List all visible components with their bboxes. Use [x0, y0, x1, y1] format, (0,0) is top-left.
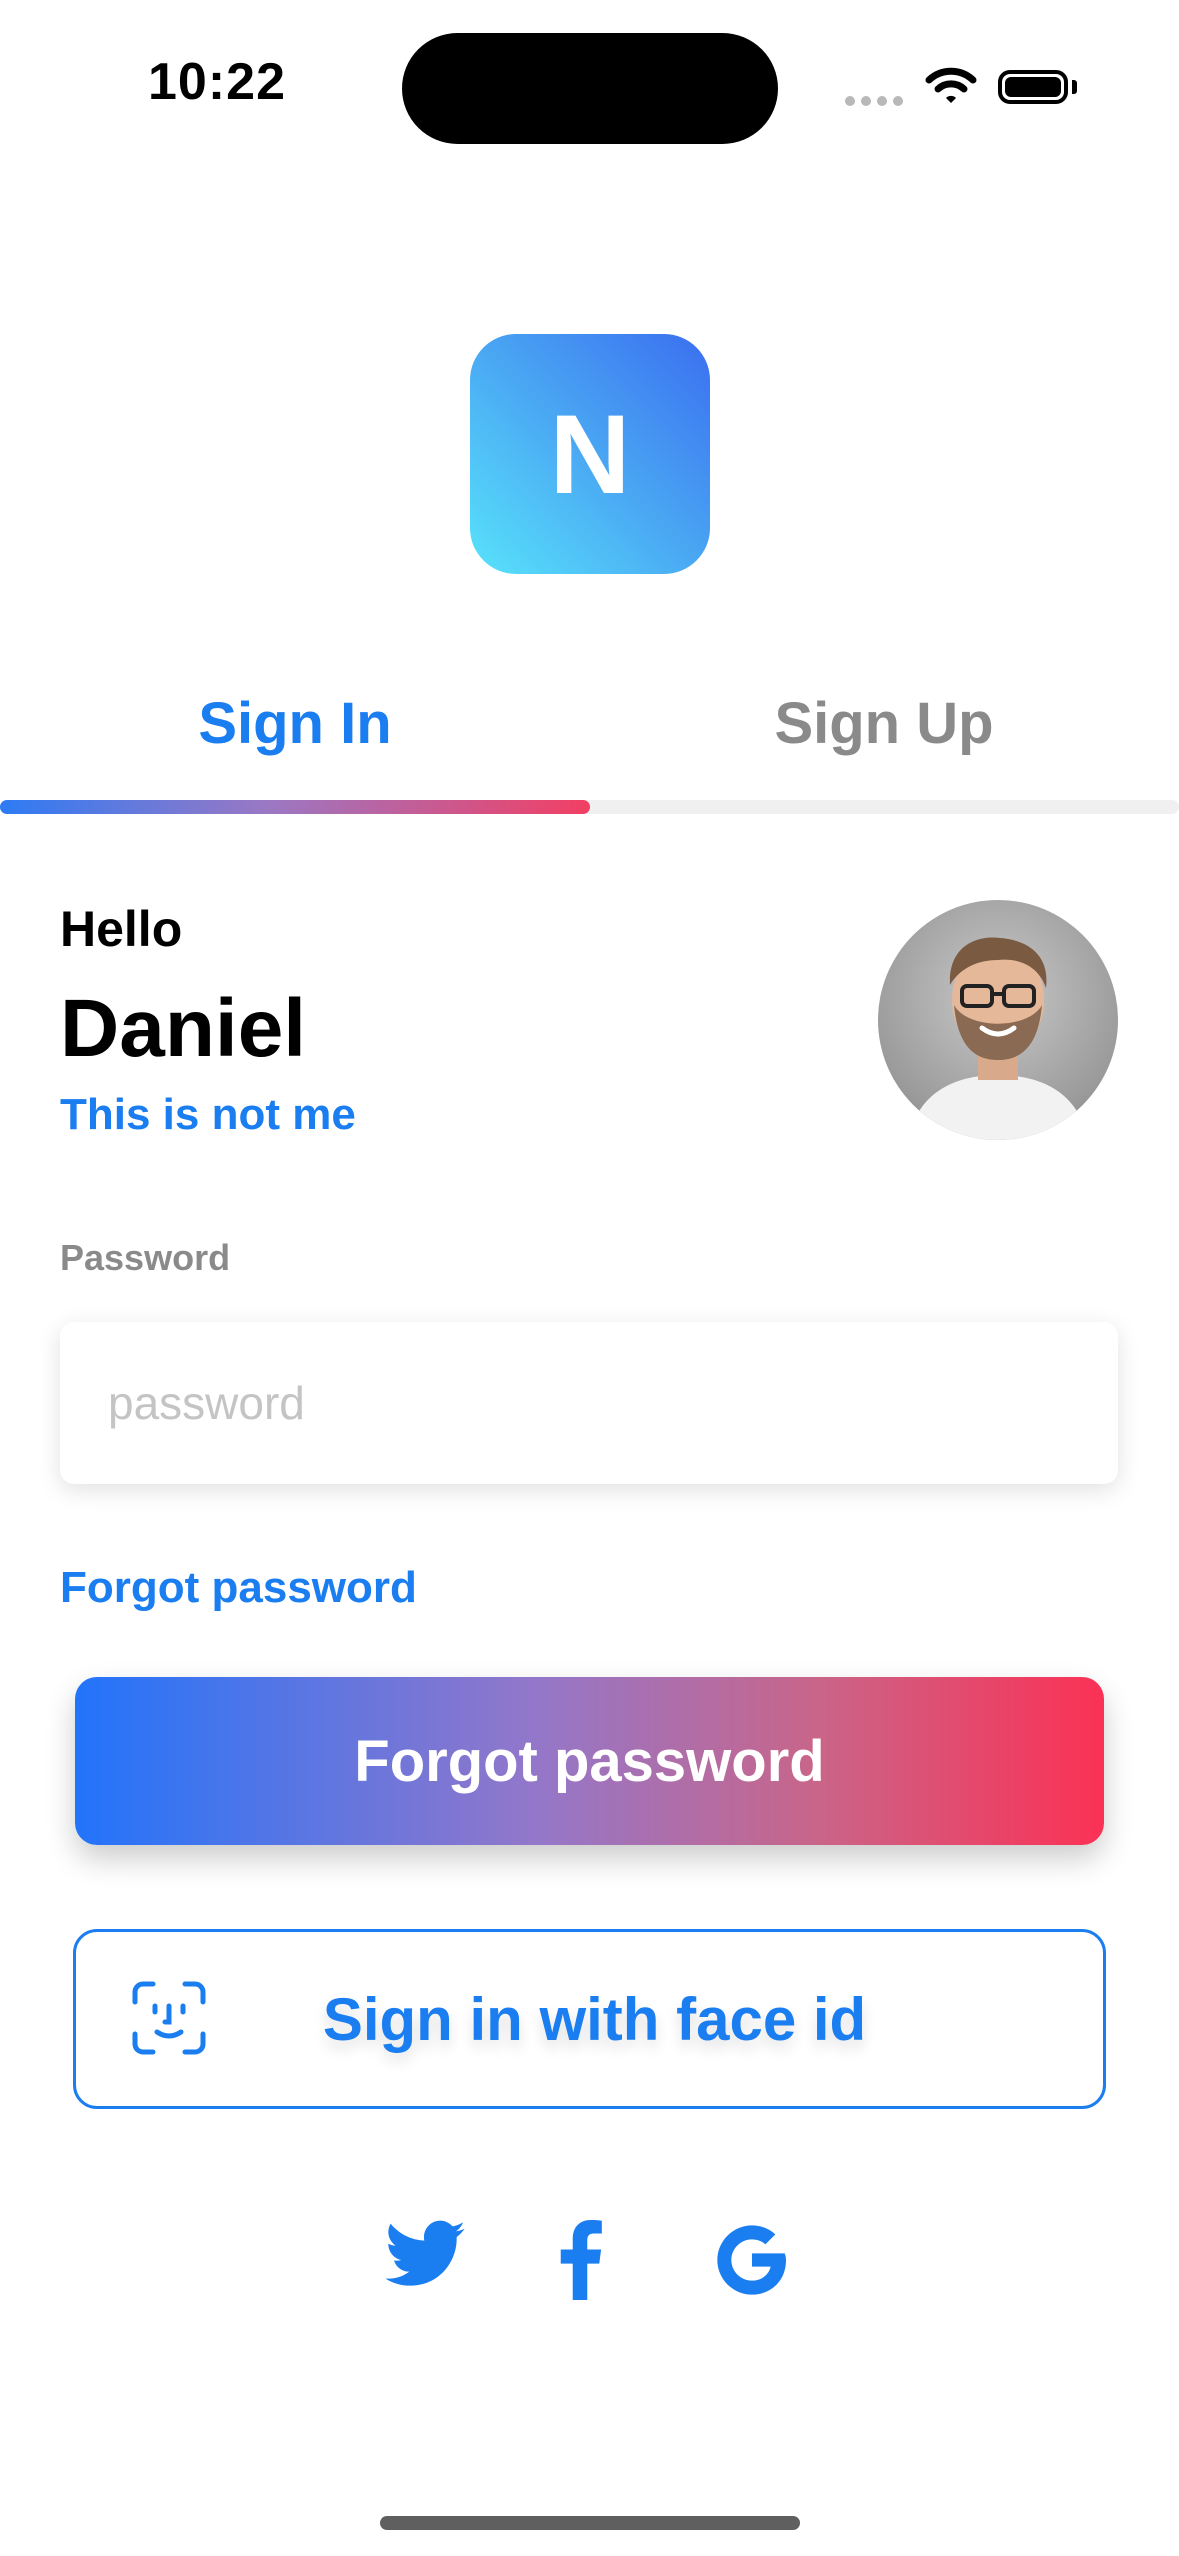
tab-sign-up[interactable]: Sign Up [589, 690, 1179, 757]
home-indicator [380, 2516, 800, 2530]
password-label: Password [60, 1237, 231, 1278]
cellular-signal-icon [845, 96, 905, 106]
not-me-link[interactable]: This is not me [60, 1090, 356, 1140]
tab-indicator-active [0, 800, 590, 814]
battery-cap [1072, 80, 1077, 94]
greeting-hello: Hello [60, 901, 183, 957]
avatar-photo [908, 937, 1088, 1140]
sign-in-face-id-button[interactable]: Sign in with face id [73, 1929, 1106, 2109]
user-name: Daniel [60, 983, 307, 1074]
wifi-icon [925, 67, 977, 103]
dynamic-island [402, 33, 778, 144]
forgot-password-link[interactable]: Forgot password [60, 1563, 417, 1613]
facebook-icon[interactable] [558, 2220, 602, 2300]
battery-icon [998, 70, 1068, 104]
face-id-label: Sign in with face id [322, 1985, 867, 2053]
tab-sign-in[interactable]: Sign In [0, 690, 590, 757]
avatar[interactable] [878, 900, 1118, 1140]
google-icon[interactable] [712, 2220, 792, 2300]
forgot-password-button[interactable]: Forgot password [75, 1677, 1104, 1845]
app-logo: N [470, 334, 710, 574]
status-time: 10:22 [148, 53, 286, 111]
password-field[interactable] [60, 1322, 1118, 1484]
twitter-icon[interactable] [385, 2220, 465, 2288]
